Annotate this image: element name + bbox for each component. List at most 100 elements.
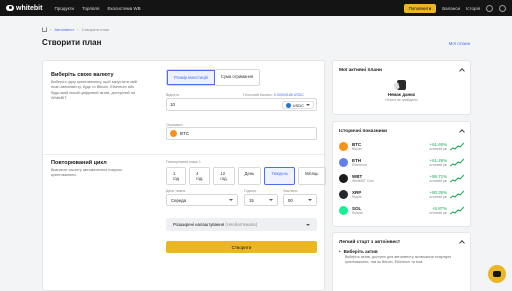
advanced-settings-title: Розширені налаштування (173, 222, 225, 227)
sparkline-icon (450, 158, 464, 166)
nav-products[interactable]: Продукти (54, 6, 74, 11)
support-chat-button[interactable] (488, 265, 506, 283)
weekday-label: День тижня (166, 189, 186, 193)
easy-start-title: Легкий старт з автоінвест (339, 239, 401, 245)
amount-input[interactable]: 10 USDC (166, 98, 317, 111)
history-link[interactable]: Історія (466, 6, 480, 11)
coin-performance-list: BTC Bitcoin +61.65% останній рік ETH Ethereum… (333, 138, 470, 218)
easy-start-header[interactable]: Легкий старт з автоінвест (333, 233, 470, 249)
history-title: Історичні показники (339, 128, 387, 134)
coin-row-sol[interactable]: SOL Solana +5.87% останній рік (333, 202, 470, 218)
coin-period: останній рік (429, 178, 447, 183)
chevron-up-icon (459, 129, 465, 135)
period-4h[interactable]: 4 год. (189, 167, 211, 185)
coin-names: BTC Bitcoin (352, 142, 409, 151)
coin-names: WBT WhiteBIT Coin (352, 174, 409, 183)
cycle-section-description: Визначте частоту автоматичних покупок кр… (51, 168, 122, 178)
minutes-select[interactable]: 00 (283, 194, 317, 206)
coin-row-eth[interactable]: ETH Ethereum +61.26% останній рік (333, 154, 470, 170)
chevron-down-icon (306, 223, 310, 226)
weekday-select[interactable]: Середа (166, 194, 238, 206)
mode-receive-amount[interactable]: Сума отримання (215, 70, 259, 85)
hours-label: Години (244, 189, 256, 193)
chevron-down-icon (306, 104, 310, 106)
advanced-settings-optional: (Необов'язково) (225, 222, 258, 227)
brand-name: whitebit (16, 4, 43, 12)
balances-link[interactable]: Баланси (442, 6, 460, 11)
amount-value: 10 (170, 102, 176, 107)
coin-period: останній рік (429, 162, 447, 167)
pay-currency-label: USDC (292, 102, 304, 108)
easy-start-step-text: Виберіть актив, доступні для автоінвесту… (345, 255, 452, 264)
active-plans-panel: Мої активні плани Немає даних Нічого не … (332, 60, 471, 115)
hours-select[interactable]: 15 (244, 194, 278, 206)
coin-performance: +80.35% останній рік (409, 190, 447, 199)
period-day[interactable]: День (237, 167, 262, 185)
easy-start-step-title: Виберіть актив (343, 249, 378, 254)
chevron-down-icon (308, 199, 312, 201)
empty-state-icon (397, 80, 406, 90)
bullet-marker: • (339, 249, 341, 254)
historical-performance-panel: Історичні показники BTC Bitcoin +61.65% ост… (332, 121, 471, 227)
xrp-icon (339, 189, 348, 199)
currency-section-description: Виберіть одну криптовалюту, щоб запустит… (51, 80, 137, 100)
coin-row-wbt[interactable]: WBT WhiteBIT Coin +95.71% останній рік (333, 170, 470, 186)
usdc-icon (285, 102, 291, 108)
chevron-up-icon (459, 240, 465, 246)
period-week[interactable]: Тиждень (264, 167, 296, 185)
nav-ecosystem[interactable]: Екосистема WB (107, 6, 140, 11)
breadcrumb: › Автоінвест › Створити план (42, 27, 109, 32)
receive-currency-select[interactable]: BTC (166, 127, 317, 140)
main-menu: Продукти Торгівля Екосистема WB (54, 6, 140, 11)
home-icon[interactable] (42, 27, 47, 32)
chevron-down-icon (269, 199, 273, 201)
empty-state-subtitle: Нічого не знайдено (385, 98, 418, 102)
period-12h[interactable]: 12 год. (213, 167, 235, 185)
sparkline-icon (450, 190, 464, 198)
balance-hint-value[interactable]: 0.00000185 USDC (274, 93, 304, 97)
cycle-section-title: Повторюваний цикл (51, 160, 107, 166)
coin-names: ETH Ethereum (352, 158, 409, 167)
chat-icon (493, 271, 501, 277)
sparkline-icon (450, 174, 464, 182)
settings-icon[interactable] (499, 4, 506, 12)
coin-row-xrp[interactable]: XRP Ripple +80.35% останній рік (333, 186, 470, 202)
hours-value: 15 (249, 197, 254, 203)
wbt-icon (339, 173, 348, 183)
advanced-settings-toggle[interactable]: Розширені налаштування (Необов'язково) (166, 218, 317, 231)
whitebit-logo[interactable]: whitebit (6, 5, 42, 12)
nav-trading[interactable]: Торгівля (82, 6, 99, 11)
chevron-down-icon (229, 199, 233, 201)
breadcrumb-current: Створити план (81, 27, 110, 32)
mode-investment-size[interactable]: Розмір інвестицій (167, 70, 215, 85)
pay-currency-select[interactable]: USDC (281, 101, 314, 109)
coin-name: Ethereum (352, 162, 367, 167)
easy-start-panel: Легкий старт з автоінвест • Виберіть акт… (332, 232, 471, 291)
my-plans-link[interactable]: Мої плани (449, 41, 470, 46)
deposit-button[interactable]: Поповнити (403, 3, 437, 13)
sparkline-icon (450, 142, 464, 150)
create-plan-button[interactable]: Створити (166, 241, 317, 253)
top-navigation-bar: whitebit Продукти Торгівля Екосистема WB… (0, 0, 512, 16)
coin-names: XRP Ripple (352, 190, 409, 199)
coin-row-btc[interactable]: BTC Bitcoin +61.65% останній рік (333, 138, 470, 154)
chevron-up-icon (459, 68, 465, 74)
coin-performance: +61.26% останній рік (409, 158, 447, 167)
create-plan-card: Виберіть свою валюту Виберіть одну крипт… (42, 60, 326, 291)
whitebit-logo-icon (6, 5, 14, 11)
profile-icon[interactable] (486, 4, 493, 12)
sparkline-icon (450, 206, 464, 214)
weekday-value: Середа (171, 197, 187, 203)
history-header[interactable]: Історичні показники (333, 122, 470, 138)
period-1h[interactable]: 1 год (166, 167, 187, 185)
btc-icon (339, 141, 348, 151)
active-plans-title: Мої активні плани (339, 67, 382, 73)
active-plans-header[interactable]: Мої активні плани (333, 61, 470, 77)
empty-state-title: Немає даних (387, 92, 416, 97)
coin-performance: +61.65% останній рік (409, 142, 447, 151)
currency-section-title: Виберіть свою валюту (51, 72, 114, 78)
breadcrumb-separator: › (50, 27, 52, 32)
period-month[interactable]: Місяць (298, 167, 326, 185)
coin-period: останній рік (429, 194, 447, 199)
breadcrumb-autoinvest-link[interactable]: Автоінвест (54, 27, 74, 32)
